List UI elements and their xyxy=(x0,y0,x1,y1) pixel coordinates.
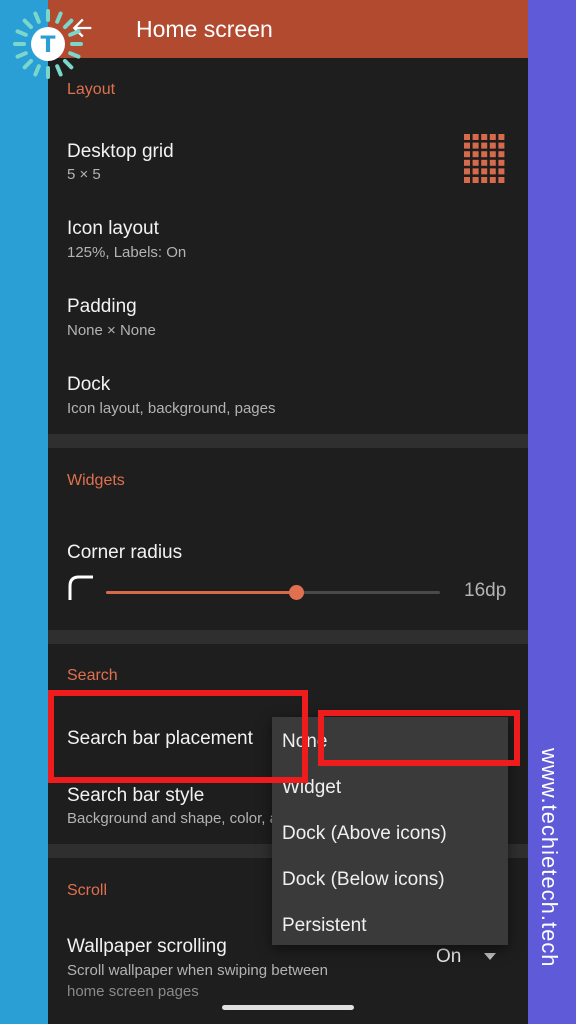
dock-title: Dock xyxy=(67,374,111,395)
app-bar: Home screen xyxy=(48,0,528,58)
section-header-search: Search xyxy=(67,667,118,684)
left-border-band xyxy=(0,0,48,1024)
grid-dot xyxy=(489,168,496,175)
section-divider xyxy=(48,434,528,448)
logo-ray xyxy=(55,11,63,24)
grid-dot xyxy=(489,159,496,166)
slider-fill xyxy=(106,591,297,594)
grid-dot xyxy=(472,134,479,140)
grid-dot xyxy=(481,142,488,149)
grid-dot xyxy=(489,134,496,140)
corner-radius-icon xyxy=(68,575,93,600)
grid-dot xyxy=(481,168,488,175)
padding-title: Padding xyxy=(67,296,137,317)
logo-ray xyxy=(22,58,34,70)
logo-letter: T xyxy=(40,33,55,58)
page-title: Home screen xyxy=(136,16,273,42)
logo-ray xyxy=(15,29,28,37)
grid-dot xyxy=(464,168,470,175)
logo-ray xyxy=(68,29,81,37)
padding-value: None × None xyxy=(67,322,156,339)
grid-dot xyxy=(498,142,505,149)
wallpaper-scrolling-description: Scroll wallpaper when swiping between xyxy=(67,962,328,979)
grid-dot xyxy=(489,177,496,183)
section-header-widgets: Widgets xyxy=(67,472,125,489)
grid-dot xyxy=(464,142,470,149)
icon-layout-value: 125%, Labels: On xyxy=(67,244,187,261)
grid-dot xyxy=(472,159,479,166)
desktop-grid-title: Desktop grid xyxy=(67,141,174,162)
logo-ray xyxy=(62,18,74,30)
grid-dot xyxy=(464,134,470,140)
logo-ray xyxy=(33,64,41,77)
grid-dot xyxy=(472,142,479,149)
dropdown-option-persistent[interactable]: Persistent xyxy=(282,915,366,937)
watermark-text: www.techietech.tech xyxy=(537,748,562,968)
desktop-grid-value: 5 × 5 xyxy=(67,166,101,183)
logo-ray xyxy=(15,51,28,59)
section-divider xyxy=(48,630,528,644)
icon-layout-title: Icon layout xyxy=(67,218,159,239)
grid-dot xyxy=(481,151,488,158)
logo-ray xyxy=(55,64,63,77)
corner-radius-title: Corner radius xyxy=(67,542,183,563)
logo-ray xyxy=(68,51,81,59)
search-bar-style-value: Background and shape, color, and xyxy=(67,810,295,827)
grid-dot xyxy=(464,159,470,166)
search-bar-style-title: Search bar style xyxy=(67,785,205,806)
grid-dot xyxy=(489,142,496,149)
grid-dot xyxy=(464,177,470,183)
highlight-box-placement xyxy=(48,690,308,783)
grid-dot xyxy=(464,151,470,158)
wallpaper-scrolling-description-2: home screen pages xyxy=(67,983,199,1000)
highlight-box-none xyxy=(318,710,520,766)
grid-dot xyxy=(481,134,488,140)
section-header-layout: Layout xyxy=(67,81,116,98)
watermark: www.techietech.tech xyxy=(528,748,576,1024)
gesture-nav-bar[interactable] xyxy=(222,1005,354,1010)
wallpaper-scrolling-value[interactable]: On xyxy=(436,946,461,968)
grid-icon xyxy=(464,134,505,183)
grid-dot xyxy=(489,151,496,158)
chevron-down-icon[interactable] xyxy=(484,953,496,960)
wallpaper-scrolling-title: Wallpaper scrolling xyxy=(67,936,227,957)
grid-dot xyxy=(481,177,488,183)
dropdown-option-dock-above[interactable]: Dock (Above icons) xyxy=(282,823,447,845)
grid-dot xyxy=(498,134,505,140)
grid-dot xyxy=(498,159,505,166)
dropdown-option-dock-below[interactable]: Dock (Below icons) xyxy=(282,869,445,891)
grid-dot xyxy=(472,151,479,158)
slider-thumb[interactable] xyxy=(289,585,305,600)
corner-radius-slider[interactable] xyxy=(106,585,440,600)
grid-dot xyxy=(481,159,488,166)
logo-ray xyxy=(33,11,41,24)
grid-dot xyxy=(472,168,479,175)
logo-ray xyxy=(22,18,34,30)
grid-dot xyxy=(498,151,505,158)
grid-dot xyxy=(472,177,479,183)
logo-ray xyxy=(62,58,74,70)
grid-dot xyxy=(498,168,505,175)
grid-dot xyxy=(498,177,505,183)
section-header-scroll: Scroll xyxy=(67,882,108,899)
dock-value: Icon layout, background, pages xyxy=(67,400,276,417)
corner-radius-value: 16dp xyxy=(464,580,507,601)
techietech-logo: T xyxy=(13,9,83,79)
